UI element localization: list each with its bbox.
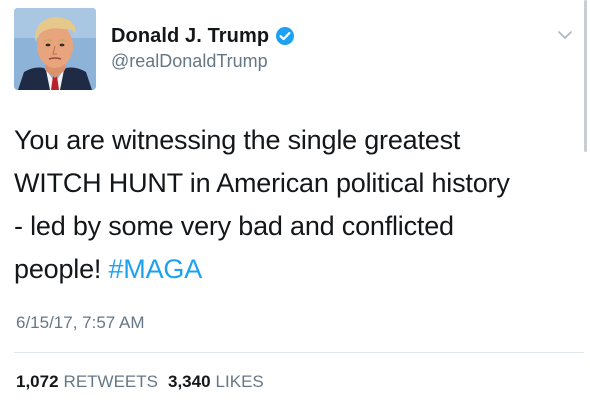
- retweet-count[interactable]: 1,072: [16, 372, 59, 392]
- avatar[interactable]: [14, 8, 96, 90]
- tweet-timestamp[interactable]: 6/15/17, 7:57 AM: [16, 313, 145, 333]
- tweet-text: You are witnessing the single greatest W…: [14, 119, 576, 291]
- tweet-text-line: WITCH HUNT in American political history: [14, 168, 510, 198]
- scrollbar[interactable]: [584, 0, 587, 152]
- chevron-down-icon[interactable]: [557, 28, 573, 40]
- tweet-text-line: - led by some very bad and conflicted: [14, 211, 454, 241]
- like-label[interactable]: LIKES: [216, 372, 264, 392]
- hashtag-link[interactable]: #MAGA: [108, 254, 202, 284]
- tweet-card: Donald J. Trump @realDonaldTrump You are…: [0, 0, 590, 411]
- author-name-row[interactable]: Donald J. Trump: [111, 22, 295, 50]
- tweet-text-line: people! #MAGA: [14, 248, 576, 291]
- tweet-text-line: You are witnessing the single greatest: [14, 125, 461, 155]
- retweet-label[interactable]: RETWEETS: [64, 372, 158, 392]
- like-count[interactable]: 3,340: [168, 372, 211, 392]
- tweet-text-fragment: people!: [14, 254, 109, 284]
- display-name[interactable]: Donald J. Trump: [111, 25, 269, 48]
- user-handle[interactable]: @realDonaldTrump: [111, 51, 268, 72]
- tweet-stats: 1,072 RETWEETS 3,340 LIKES: [16, 372, 274, 392]
- divider: [14, 352, 584, 353]
- verified-badge-icon: [275, 26, 295, 46]
